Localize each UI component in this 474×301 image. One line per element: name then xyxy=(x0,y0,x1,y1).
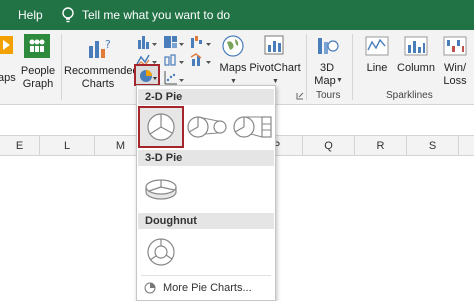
sparkline-line-label: Line xyxy=(366,62,388,74)
pie-small-icon xyxy=(144,282,156,294)
sparkline-column-button[interactable]: Column xyxy=(396,34,436,84)
pie-chart-button[interactable] xyxy=(134,64,160,86)
pie-chart-dropdown: 2-D Pie 3-D Pie Doughnut More Pie Charts… xyxy=(136,85,276,301)
column-header[interactable]: E xyxy=(0,136,40,156)
people-graph-button[interactable]: People Graph xyxy=(20,34,56,90)
pie-option[interactable] xyxy=(138,106,184,148)
scatter-chart-icon[interactable] xyxy=(163,70,185,86)
column-header[interactable]: L xyxy=(40,136,95,156)
tell-me-search[interactable]: Tell me what you want to do xyxy=(82,8,230,22)
title-bar: Help Tell me what you want to do xyxy=(0,0,474,30)
sparkline-winloss-button[interactable]: Win/ Loss xyxy=(438,34,472,89)
sparkline-column-icon xyxy=(404,36,428,56)
group-separator xyxy=(306,34,307,100)
pie-icon xyxy=(147,113,175,141)
recommended-charts-label-1: Recommended xyxy=(64,65,139,77)
section-header-3d-pie: 3-D Pie xyxy=(138,150,274,166)
bar-of-pie-option[interactable] xyxy=(230,106,276,148)
3d-map-icon xyxy=(318,38,339,54)
people-graph-label-2: Graph xyxy=(22,78,54,90)
people-graph-label-1: People xyxy=(20,65,56,77)
recommended-charts-button[interactable]: ? Recommended Charts xyxy=(64,34,139,90)
column-header[interactable]: S xyxy=(407,136,459,156)
more-pie-charts-label: More Pie Charts... xyxy=(163,282,252,294)
more-pie-charts-link[interactable]: More Pie Charts... xyxy=(141,280,271,296)
sparklines-group-label: Sparklines xyxy=(386,90,433,101)
group-separator xyxy=(61,34,62,100)
help-tab[interactable]: Help xyxy=(18,8,43,22)
sparkline-winloss-icon xyxy=(443,36,467,56)
pie-chart-icon xyxy=(140,70,157,82)
sparkline-line-icon xyxy=(365,36,389,56)
doughnut-icon xyxy=(147,238,175,266)
bar-of-pie-icon xyxy=(233,116,272,138)
maps-button[interactable]: Maps ▼ xyxy=(218,34,248,89)
column-header[interactable]: R xyxy=(355,136,407,156)
statistic-chart-icon[interactable] xyxy=(163,52,185,68)
dialog-launcher-icon[interactable] xyxy=(296,92,304,100)
svg-text:?: ? xyxy=(105,38,111,51)
pie-of-pie-icon xyxy=(187,116,227,138)
sparkline-winloss-label-1: Win/ xyxy=(444,62,466,74)
maps-addin-button[interactable]: aps xyxy=(0,34,18,89)
addin-icon xyxy=(0,36,13,54)
recommended-charts-icon: ? xyxy=(89,38,111,58)
group-separator xyxy=(352,34,353,100)
3d-pie-option[interactable] xyxy=(138,168,184,210)
menu-separator xyxy=(141,275,271,276)
tours-group-label: Tours xyxy=(316,90,341,101)
section-header-doughnut: Doughnut xyxy=(138,213,274,229)
pivotchart-dropdown-caret: ▼ xyxy=(272,78,279,85)
combo-chart-icon[interactable] xyxy=(190,52,212,68)
section-header-2d-pie: 2-D Pie xyxy=(138,89,274,105)
pivotchart-button[interactable]: PivotChart ▼ xyxy=(249,34,301,89)
3d-map-label-1: 3D xyxy=(319,62,335,74)
people-graph-icon xyxy=(24,34,50,58)
sparkline-winloss-label-2: Loss xyxy=(443,75,467,87)
column-header[interactable]: Q xyxy=(303,136,355,156)
3d-map-button[interactable]: 3D Map ▼ xyxy=(310,34,344,89)
sparkline-column-label: Column xyxy=(397,62,435,74)
waterfall-chart-icon[interactable] xyxy=(190,34,212,50)
sparkline-line-button[interactable]: Line xyxy=(360,34,394,84)
pie-of-pie-option[interactable] xyxy=(184,106,230,148)
3d-map-dropdown-caret: ▼ xyxy=(336,77,343,84)
recommended-charts-label-2: Charts xyxy=(81,78,115,90)
doughnut-option[interactable] xyxy=(138,231,184,273)
column-chart-icon[interactable] xyxy=(136,34,158,50)
maps-addin-label: aps xyxy=(0,72,16,84)
pivotchart-label: PivotChart xyxy=(249,62,301,74)
globe-icon xyxy=(222,35,244,57)
maps-label: Maps xyxy=(219,62,247,74)
3d-pie-icon xyxy=(145,179,177,200)
maps-dropdown-caret: ▼ xyxy=(230,78,237,85)
hierarchy-chart-icon[interactable] xyxy=(163,34,185,50)
lightbulb-icon xyxy=(62,7,74,23)
pivotchart-icon xyxy=(264,35,284,55)
